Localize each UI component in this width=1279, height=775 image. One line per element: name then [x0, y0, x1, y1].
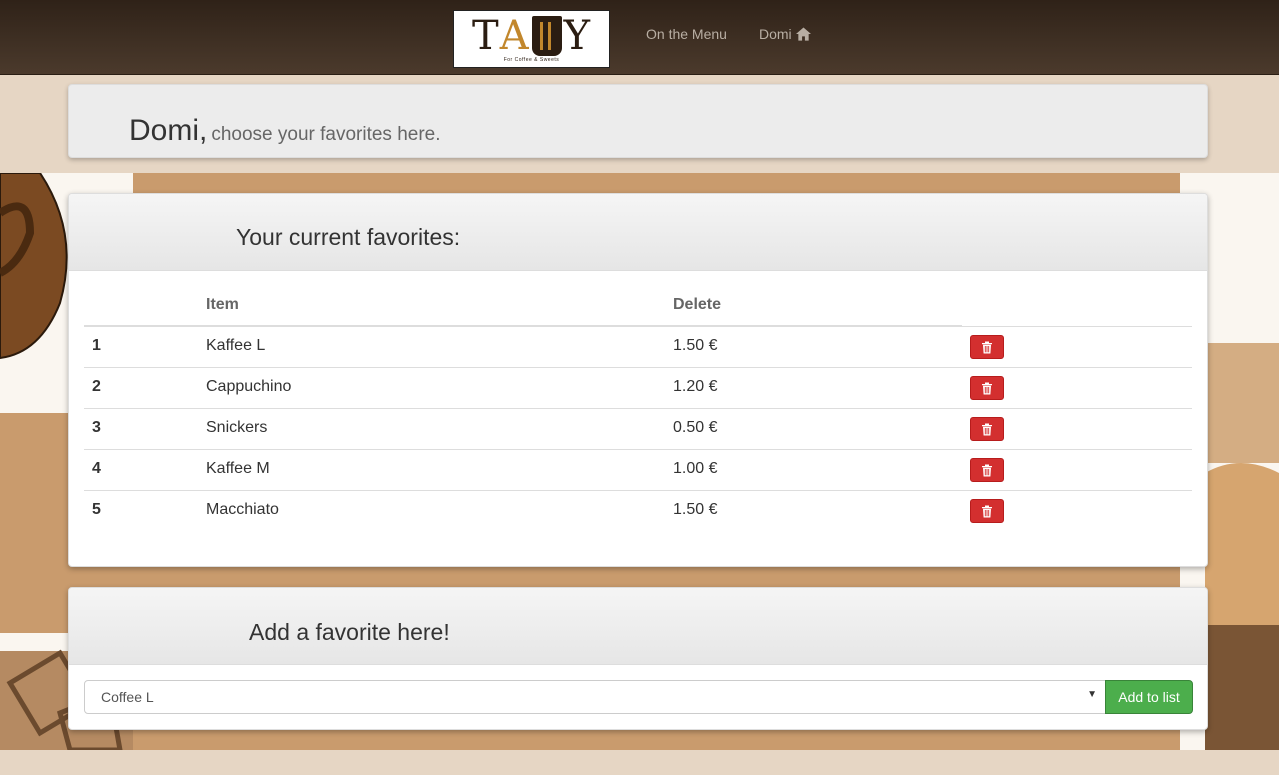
- favorite-select-value: Coffee L: [101, 689, 154, 705]
- trash-icon: [982, 382, 992, 394]
- row-price: 1.00 €: [673, 460, 718, 477]
- trash-icon: [982, 423, 992, 435]
- row-item: Cappuchino: [206, 378, 292, 395]
- trash-icon: [982, 464, 992, 476]
- row-number: 3: [92, 419, 101, 436]
- delete-button[interactable]: [970, 335, 1004, 359]
- trash-icon: [982, 505, 992, 517]
- column-header-delete: Delete: [673, 296, 722, 313]
- row-price: 1.50 €: [673, 337, 718, 354]
- favorites-title: Your current favorites:: [236, 224, 461, 250]
- logo-subtitle: For Coffee & Sweets: [503, 56, 560, 63]
- row-price: 1.50 €: [673, 501, 718, 518]
- add-to-list-button[interactable]: Add to list: [1105, 680, 1193, 714]
- favorites-heading: Your current favorites:: [69, 194, 1207, 271]
- home-icon: [795, 27, 811, 41]
- cup-icon: [531, 15, 562, 56]
- greeting-panel: Domi, choose your favorites here.: [68, 84, 1208, 158]
- add-favorite-heading: Add a favorite here!: [69, 588, 1207, 665]
- row-number: 5: [92, 501, 101, 518]
- logo-word: TAY: [472, 12, 591, 59]
- nav-user-home[interactable]: Domi: [759, 26, 811, 42]
- add-favorite-title: Add a favorite here!: [249, 619, 450, 645]
- delete-button[interactable]: [970, 417, 1004, 441]
- table-row: 3 Snickers 0.50 €: [84, 408, 1192, 449]
- row-item: Macchiato: [206, 501, 279, 518]
- nav-on-the-menu[interactable]: On the Menu: [646, 26, 727, 42]
- greeting-name: Domi,: [129, 114, 208, 147]
- add-favorite-panel: Add a favorite here! Coffee L ▼ Add to l…: [68, 587, 1208, 730]
- row-item: Kaffee M: [206, 460, 270, 477]
- delete-button[interactable]: [970, 499, 1004, 523]
- row-price: 1.20 €: [673, 378, 718, 395]
- navbar: TAY For Coffee & Sweets On the Menu Domi: [0, 0, 1279, 75]
- favorite-select[interactable]: Coffee L ▼: [84, 680, 1106, 714]
- table-row: 1 Kaffee L 1.50 €: [84, 326, 1192, 367]
- trash-icon: [982, 341, 992, 353]
- delete-button[interactable]: [970, 458, 1004, 482]
- greeting-heading: Domi, choose your favorites here.: [129, 114, 441, 148]
- column-header-item: Item: [206, 296, 239, 313]
- row-number: 2: [92, 378, 101, 395]
- greeting-subtitle: choose your favorites here.: [211, 124, 441, 145]
- table-row: 4 Kaffee M 1.00 €: [84, 449, 1192, 490]
- nav-user-label: Domi: [759, 26, 792, 42]
- tally-logo[interactable]: TAY For Coffee & Sweets: [453, 10, 610, 68]
- delete-button[interactable]: [970, 376, 1004, 400]
- caret-down-icon: ▼: [1087, 689, 1097, 700]
- row-item: Snickers: [206, 419, 268, 436]
- table-row: 5 Macchiato 1.50 €: [84, 490, 1192, 531]
- row-price: 0.50 €: [673, 419, 718, 436]
- row-number: 4: [92, 460, 101, 477]
- favorites-panel: Your current favorites: Item Delete 1 Ka…: [68, 193, 1208, 567]
- row-number: 1: [92, 337, 101, 354]
- row-item: Kaffee L: [206, 337, 266, 354]
- table-row: 2 Cappuchino 1.20 €: [84, 367, 1192, 408]
